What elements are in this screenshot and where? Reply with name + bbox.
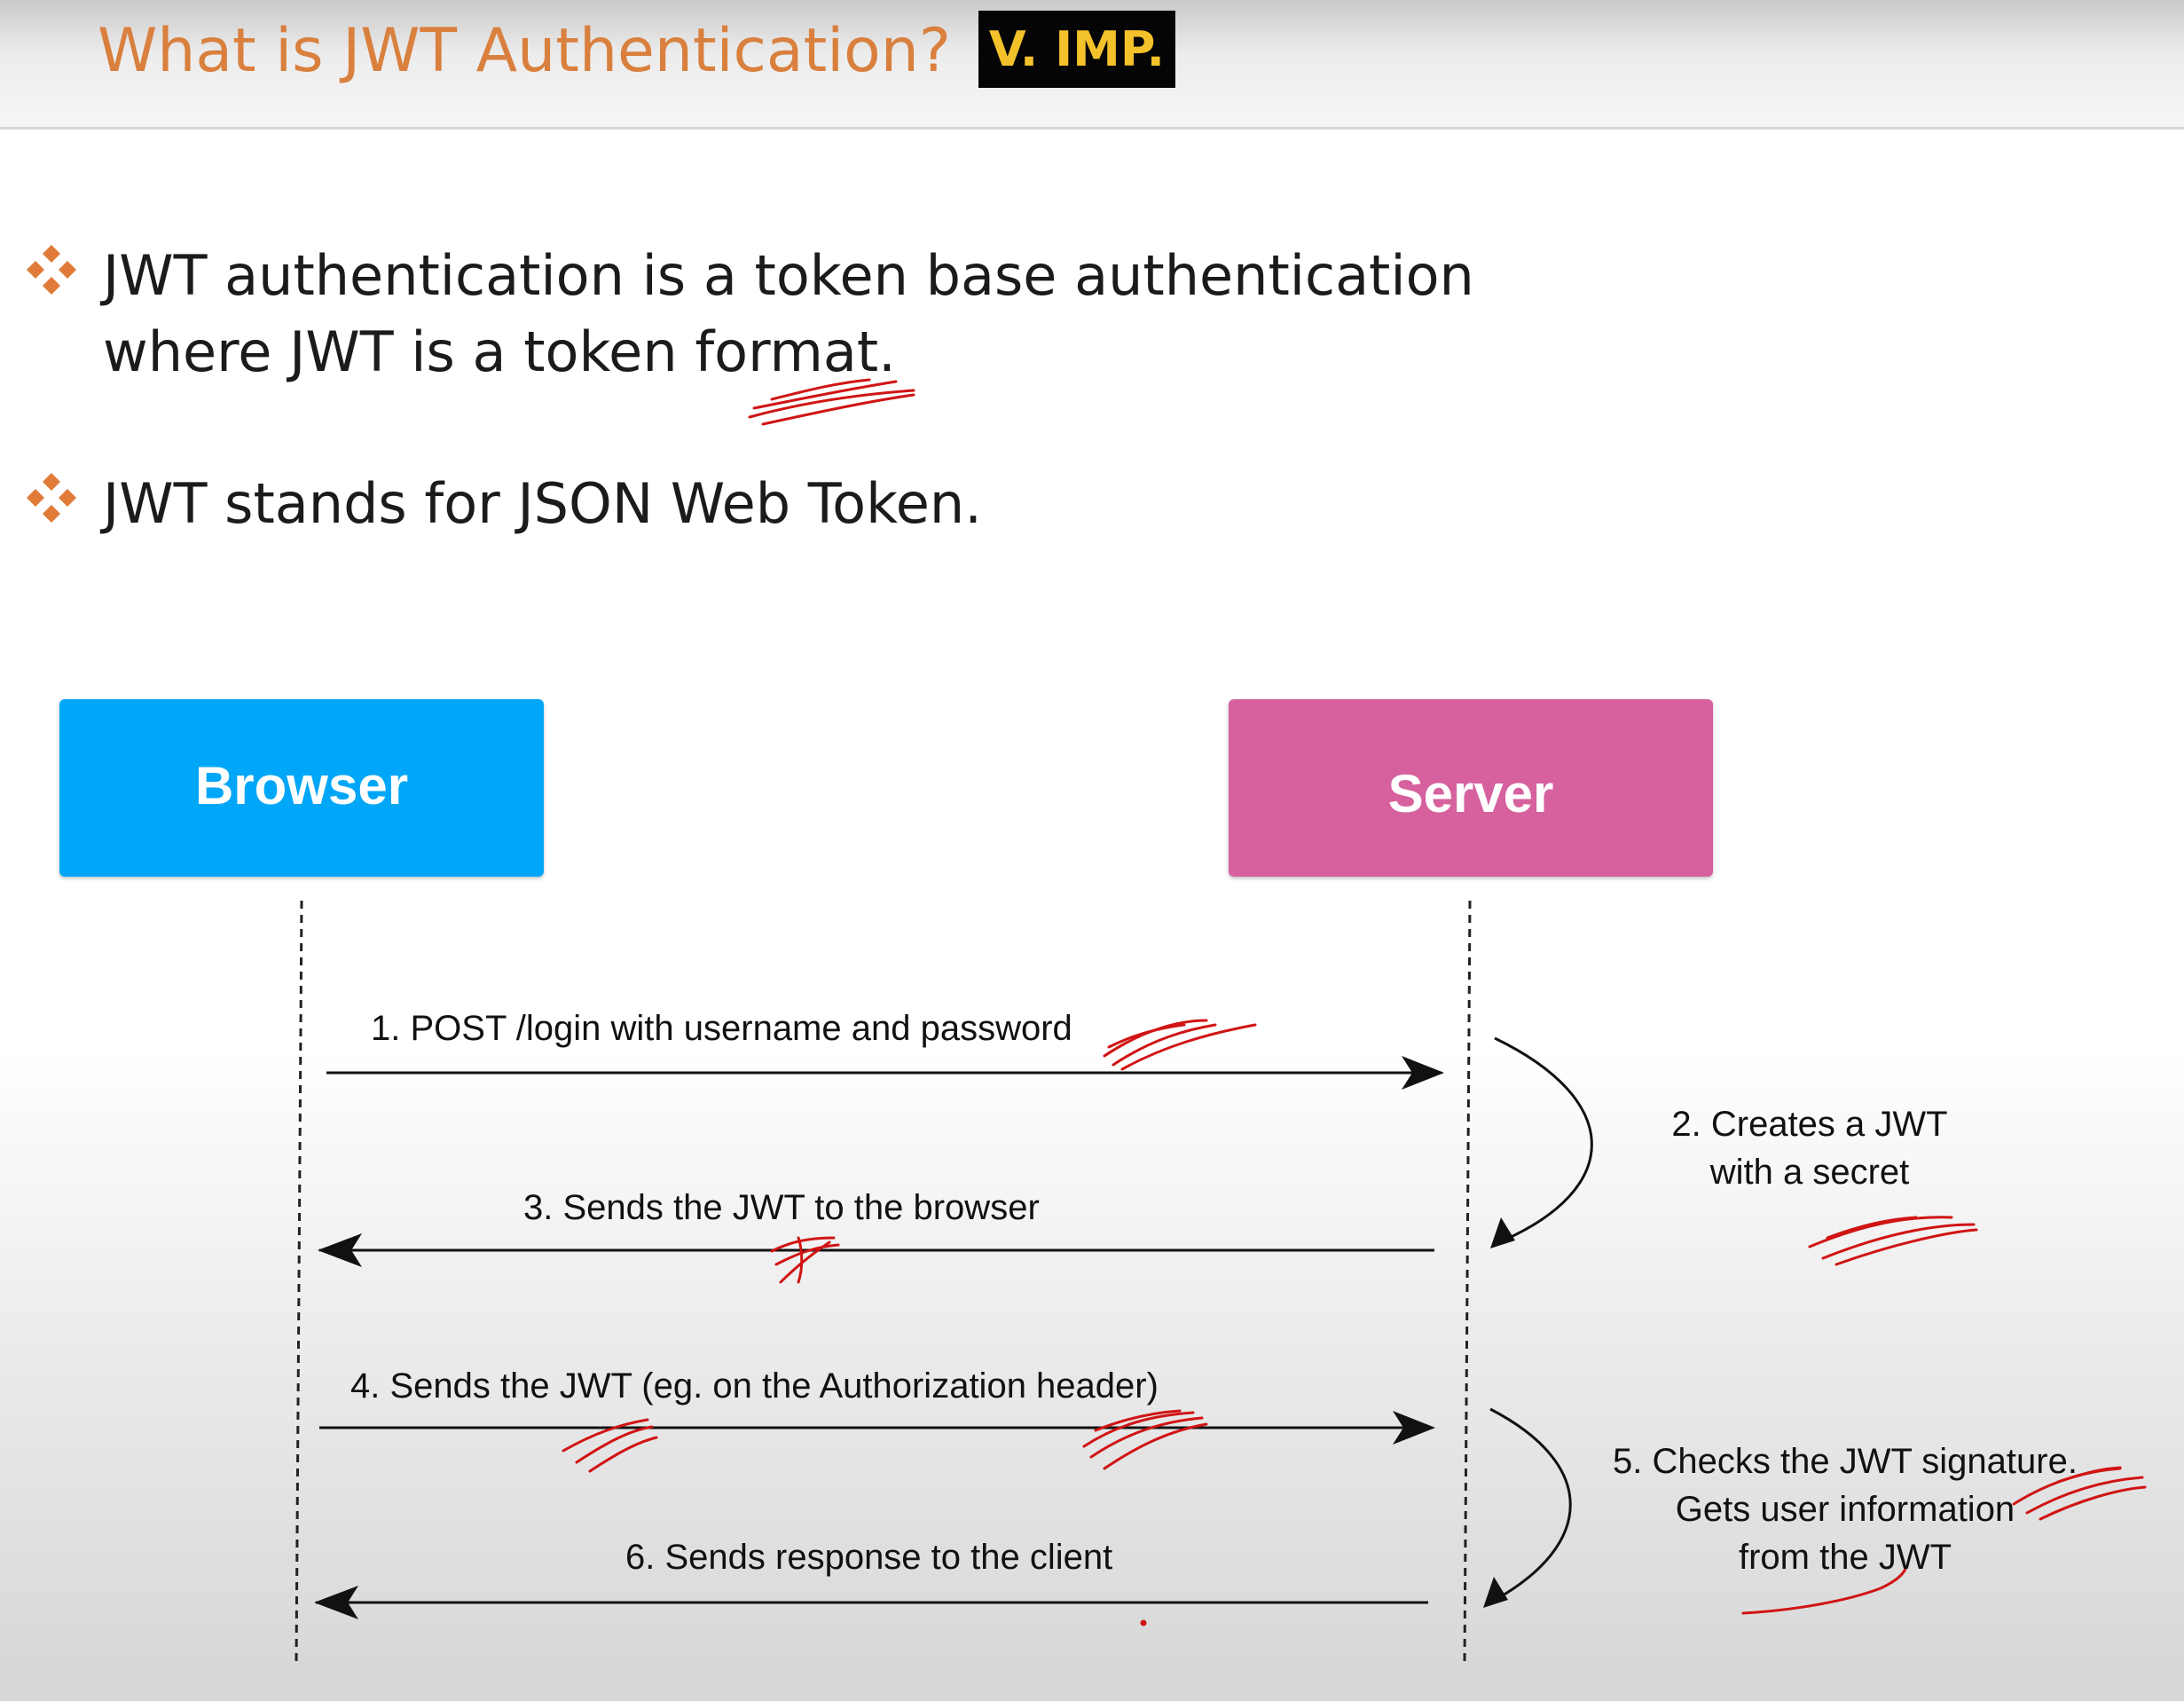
server-lifeline xyxy=(1463,900,1472,1662)
server-note-step2: 2. Creates a JWT with a secret xyxy=(1632,1100,1987,1196)
server-note-step5: 5. Checks the JWT signature. Gets user i… xyxy=(1579,1437,2111,1581)
server-note-line: 5. Checks the JWT signature. xyxy=(1613,1442,2078,1481)
message-arrow-4 xyxy=(319,1411,1435,1445)
process-arrow-step5 xyxy=(1483,1407,1572,1608)
message-arrow-1 xyxy=(326,1056,1444,1090)
process-arrow-step2 xyxy=(1490,1036,1593,1248)
server-note-line: Gets user information xyxy=(1675,1490,2015,1529)
server-note-line: with a secret xyxy=(1709,1153,1910,1192)
message-arrow-3 xyxy=(318,1233,1434,1267)
message-label-3: 3. Sends the JWT to the browser xyxy=(523,1188,1040,1227)
message-label-6: 6. Sends response to the client xyxy=(625,1538,1113,1577)
message-label-4: 4. Sends the JWT (eg. on the Authorizati… xyxy=(350,1366,1159,1406)
browser-lifeline xyxy=(295,900,303,1662)
server-note-line: from the JWT xyxy=(1738,1538,1952,1577)
message-label-1: 1. POST /login with username and passwor… xyxy=(371,1009,1072,1048)
message-arrow-6 xyxy=(314,1586,1428,1619)
red-ink-dot xyxy=(1140,1619,1147,1626)
server-note-line: 2. Creates a JWT xyxy=(1671,1105,1948,1144)
